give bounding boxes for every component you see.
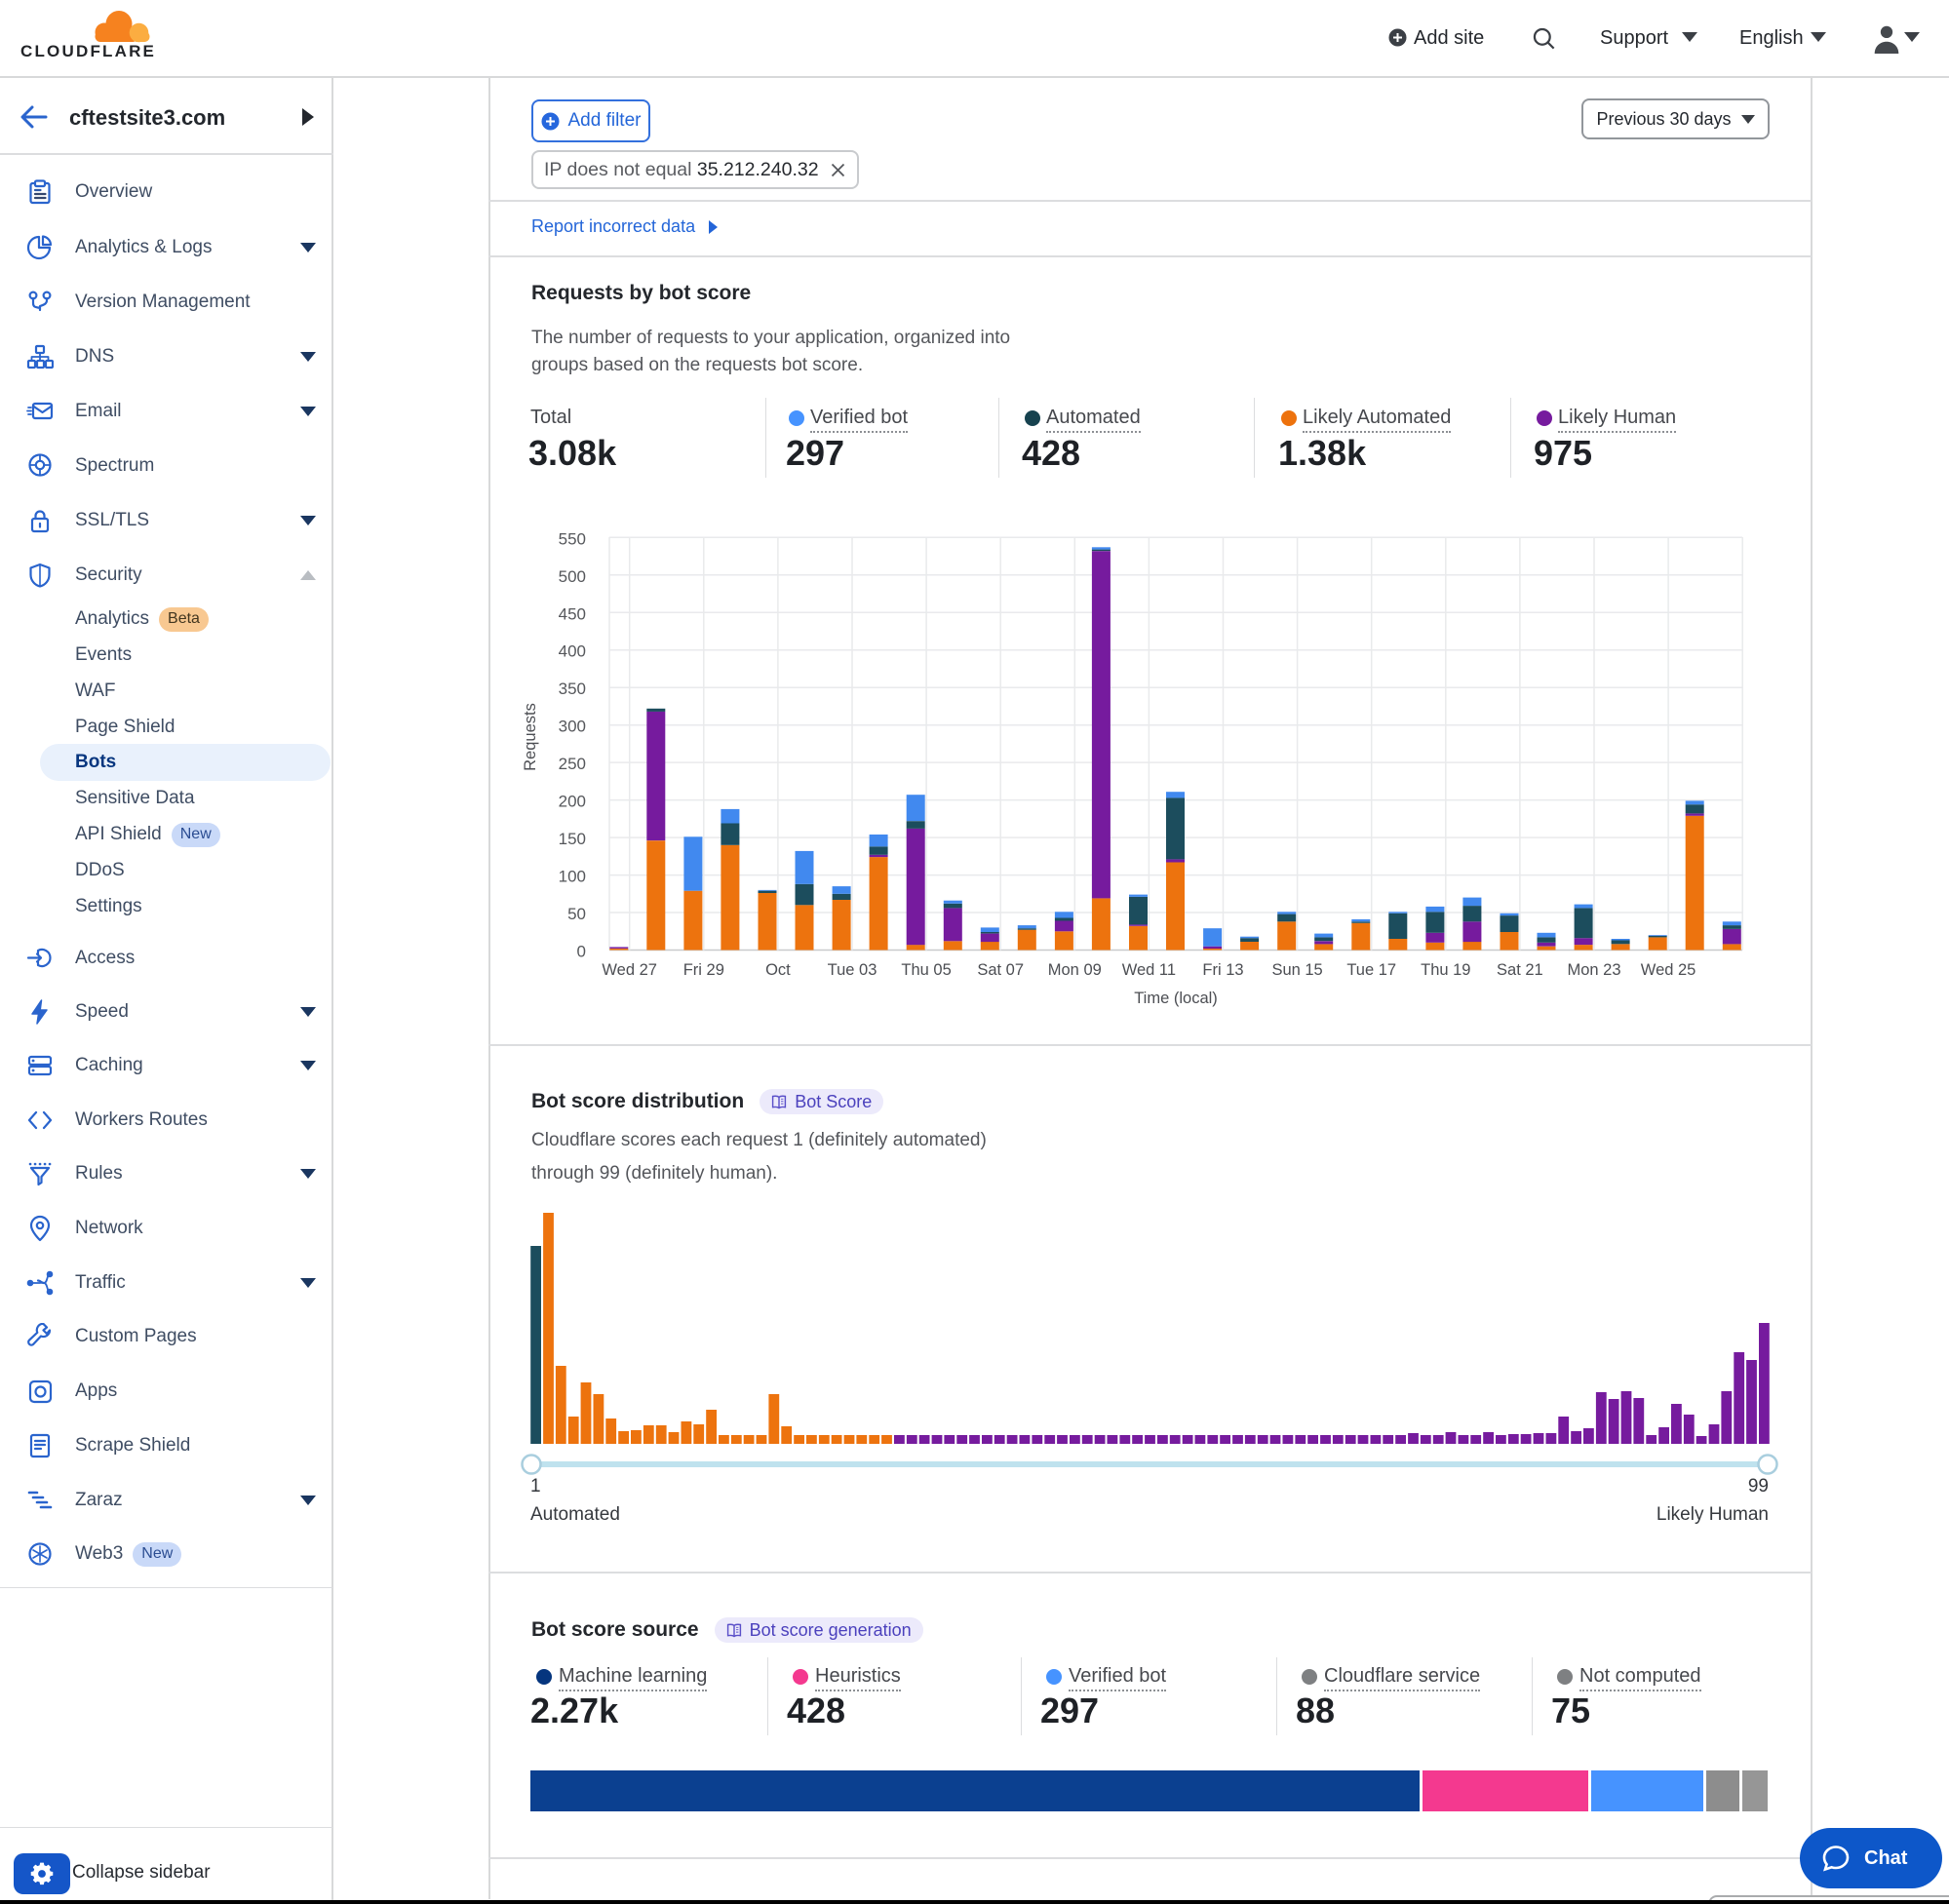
svg-text:Fri 13: Fri 13 bbox=[1202, 961, 1243, 979]
svg-text:Wed 27: Wed 27 bbox=[602, 961, 657, 979]
svg-text:Mon 23: Mon 23 bbox=[1567, 961, 1620, 979]
svg-text:Sat 21: Sat 21 bbox=[1497, 961, 1543, 979]
svg-text:200: 200 bbox=[559, 793, 586, 811]
svg-text:150: 150 bbox=[559, 830, 586, 848]
svg-text:300: 300 bbox=[559, 718, 586, 736]
svg-text:50: 50 bbox=[567, 905, 586, 923]
svg-text:Requests: Requests bbox=[522, 703, 539, 771]
svg-text:Fri 29: Fri 29 bbox=[683, 961, 724, 979]
svg-text:Mon 09: Mon 09 bbox=[1048, 961, 1102, 979]
svg-text:550: 550 bbox=[559, 529, 586, 548]
svg-text:Tue 17: Tue 17 bbox=[1346, 961, 1396, 979]
svg-text:Wed 11: Wed 11 bbox=[1122, 961, 1176, 979]
svg-text:Tue 03: Tue 03 bbox=[828, 961, 877, 979]
svg-text:350: 350 bbox=[559, 680, 586, 698]
svg-text:450: 450 bbox=[559, 604, 586, 623]
svg-text:400: 400 bbox=[559, 642, 586, 661]
svg-text:100: 100 bbox=[559, 868, 586, 886]
svg-text:500: 500 bbox=[559, 567, 586, 586]
svg-text:Oct: Oct bbox=[765, 961, 791, 979]
svg-text:250: 250 bbox=[559, 755, 586, 773]
svg-text:Sat 07: Sat 07 bbox=[977, 961, 1024, 979]
svg-text:Sun 15: Sun 15 bbox=[1271, 961, 1322, 979]
svg-text:Thu 19: Thu 19 bbox=[1421, 961, 1470, 979]
svg-text:Wed 25: Wed 25 bbox=[1641, 961, 1696, 979]
svg-text:Time (local): Time (local) bbox=[1134, 990, 1218, 1007]
svg-text:Thu 05: Thu 05 bbox=[901, 961, 951, 979]
svg-text:0: 0 bbox=[577, 943, 586, 961]
